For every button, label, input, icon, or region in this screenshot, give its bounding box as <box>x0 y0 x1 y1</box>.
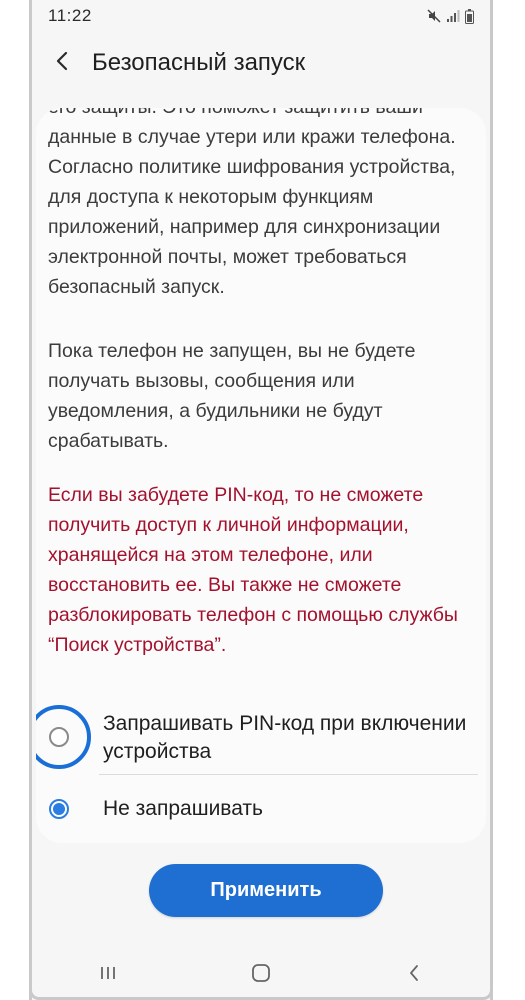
divider <box>99 774 478 775</box>
back-nav-button[interactable] <box>384 955 444 995</box>
radio-button-require-pin[interactable] <box>49 727 69 747</box>
home-button[interactable] <box>231 955 291 995</box>
phone-frame-bottom <box>29 990 493 1000</box>
radio-button-no-pin[interactable] <box>49 799 69 819</box>
radio-wrap <box>36 777 91 841</box>
notice-paragraph: Пока телефон не запущен, вы не будете по… <box>48 340 416 452</box>
radio-selected-dot <box>53 803 65 815</box>
option-label-require-pin: Запрашивать PIN-код при включении устрой… <box>103 712 467 763</box>
apply-button[interactable]: Применить <box>149 864 383 917</box>
content-card: его защиты. Это поможет защитить ваши да… <box>36 108 486 843</box>
description-paragraph: его защиты. Это поможет защитить ваши да… <box>48 108 456 298</box>
status-time: 11:22 <box>48 6 92 25</box>
status-icons <box>427 8 474 24</box>
chevron-left-icon <box>54 50 70 77</box>
highlight-ring <box>36 705 91 769</box>
phone-frame: 11:22 Безопасный запуск данные в случае … <box>29 0 493 1000</box>
option-require-pin[interactable]: Запрашивать PIN-код при включении устрой… <box>36 700 486 774</box>
home-icon <box>251 963 271 988</box>
back-button[interactable] <box>40 41 84 85</box>
recent-apps-button[interactable] <box>78 955 138 995</box>
warning-text: Если вы забудете PIN-код, то не сможете … <box>48 484 458 656</box>
option-label-no-pin: Не запрашивать <box>103 797 263 820</box>
status-bar: 11:22 <box>32 0 490 32</box>
option-no-pin[interactable]: Не запрашивать <box>36 778 486 840</box>
signal-icon <box>446 10 460 22</box>
page-title: Безопасный запуск <box>92 49 306 76</box>
battery-icon <box>465 8 474 24</box>
back-icon <box>408 964 420 987</box>
app-bar: Безопасный запуск <box>32 32 490 94</box>
recent-apps-icon <box>99 965 117 986</box>
mute-icon <box>427 9 441 23</box>
